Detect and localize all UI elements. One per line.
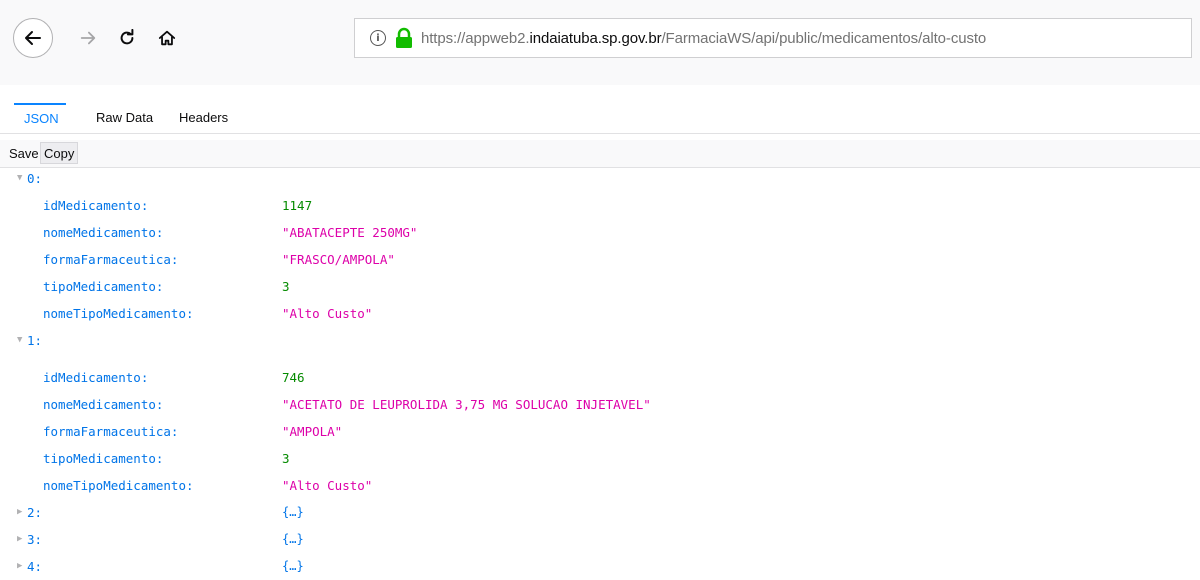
browser-toolbar: i https://appweb2.indaiatuba.sp.gov.br/F…: [0, 0, 1200, 85]
tree-row-item-2[interactable]: ▶ 2: {…}: [0, 499, 1200, 526]
json-key: idMedicamento:: [43, 370, 149, 385]
tree-row-item-4[interactable]: ▶ 4: {…}: [0, 553, 1200, 580]
tree-row[interactable]: idMedicamento: 746: [0, 364, 1200, 391]
json-key: idMedicamento:: [43, 198, 149, 213]
back-arrow-icon: [25, 31, 41, 45]
lock-icon: [396, 27, 412, 48]
json-string-value: "Alto Custo": [282, 478, 373, 493]
json-string-value: "ACETATO DE LEUPROLIDA 3,75 MG SOLUCAO I…: [282, 397, 651, 412]
url-text: https://appweb2.indaiatuba.sp.gov.br/Far…: [421, 30, 986, 47]
json-key: nomeMedicamento:: [43, 397, 164, 412]
json-key: formaFarmaceutica:: [43, 252, 179, 267]
json-key: nomeTipoMedicamento:: [43, 306, 194, 321]
collapsed-triangle-icon[interactable]: ▶: [17, 553, 27, 580]
tab-raw-data[interactable]: Raw Data: [96, 103, 153, 133]
json-key: nomeMedicamento:: [43, 225, 164, 240]
back-button[interactable]: [13, 18, 53, 58]
json-string-value: "ABATACEPTE 250MG": [282, 225, 418, 240]
url-path: /FarmaciaWS/api/public/medicamentos/alto…: [661, 29, 987, 47]
json-number-value: 3: [282, 451, 290, 466]
tree-row[interactable]: nomeMedicamento: "ACETATO DE LEUPROLIDA …: [0, 391, 1200, 418]
json-key: tipoMedicamento:: [43, 279, 164, 294]
url-domain: indaiatuba.sp.gov.br: [529, 29, 662, 47]
expanded-triangle-icon[interactable]: ▼: [17, 165, 27, 192]
tree-row[interactable]: tipoMedicamento: 3: [0, 445, 1200, 472]
json-string-value: "Alto Custo": [282, 306, 373, 321]
url-prefix: https://appweb2.: [421, 29, 530, 47]
tree-row-item-3[interactable]: ▶ 3: {…}: [0, 526, 1200, 553]
item-index: 1:: [27, 333, 43, 348]
forward-button[interactable]: [70, 20, 106, 56]
address-bar[interactable]: i https://appweb2.indaiatuba.sp.gov.br/F…: [354, 18, 1192, 58]
tree-row[interactable]: nomeTipoMedicamento: "Alto Custo": [0, 300, 1200, 327]
item-index: 0:: [27, 171, 43, 186]
item-index: 4:: [27, 559, 43, 574]
forward-arrow-icon: [80, 31, 96, 45]
item-index: 3:: [27, 532, 43, 547]
collapsed-triangle-icon[interactable]: ▶: [17, 526, 27, 553]
tree-row[interactable]: nomeTipoMedicamento: "Alto Custo": [0, 472, 1200, 499]
save-button[interactable]: Save: [6, 143, 42, 164]
collapsed-object-preview: {…}: [282, 505, 304, 519]
tree-row-item-0[interactable]: ▼ 0:: [0, 165, 1200, 192]
json-string-value: "AMPOLA": [282, 424, 343, 439]
item-index: 2:: [27, 505, 43, 520]
tree-row[interactable]: tipoMedicamento: 3: [0, 273, 1200, 300]
tree-row[interactable]: idMedicamento: 1147: [0, 192, 1200, 219]
home-icon: [158, 30, 176, 46]
viewer-actions: Save Copy: [0, 140, 1200, 168]
info-icon[interactable]: i: [370, 30, 386, 46]
json-string-value: "FRASCO/AMPOLA": [282, 252, 395, 267]
reload-button[interactable]: [109, 20, 145, 56]
viewer-tabs: JSON Raw Data Headers: [0, 103, 1200, 134]
tab-json[interactable]: JSON: [14, 103, 66, 133]
json-key: tipoMedicamento:: [43, 451, 164, 466]
tree-row[interactable]: formaFarmaceutica: "AMPOLA": [0, 418, 1200, 445]
json-number-value: 746: [282, 370, 305, 385]
reload-icon: [120, 29, 134, 45]
json-number-value: 1147: [282, 198, 313, 213]
json-key: formaFarmaceutica:: [43, 424, 179, 439]
tree-row-item-1[interactable]: ▼ 1:: [0, 327, 1200, 354]
collapsed-object-preview: {…}: [282, 559, 304, 573]
collapsed-object-preview: {…}: [282, 532, 304, 546]
json-key: nomeTipoMedicamento:: [43, 478, 194, 493]
tree-row[interactable]: nomeMedicamento: "ABATACEPTE 250MG": [0, 219, 1200, 246]
json-number-value: 3: [282, 279, 290, 294]
collapsed-triangle-icon[interactable]: ▶: [17, 499, 27, 526]
copy-button[interactable]: Copy: [40, 142, 79, 164]
home-button[interactable]: [149, 20, 185, 56]
tree-row[interactable]: formaFarmaceutica: "FRASCO/AMPOLA": [0, 246, 1200, 273]
tab-headers[interactable]: Headers: [179, 103, 228, 133]
expanded-triangle-icon[interactable]: ▼: [17, 327, 27, 354]
